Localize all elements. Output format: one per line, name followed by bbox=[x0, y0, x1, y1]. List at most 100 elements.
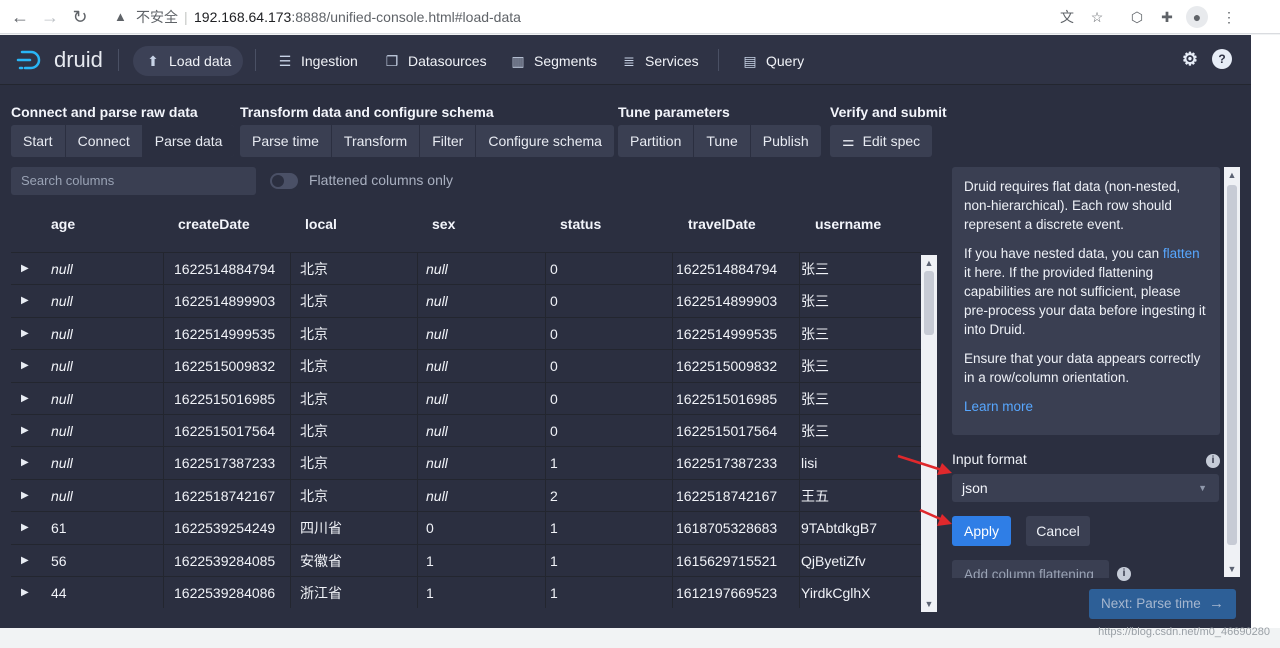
table-cell: 1622514899903 bbox=[174, 293, 276, 310]
table-cell: null bbox=[51, 358, 73, 375]
nav-query[interactable]: ▤ Query bbox=[742, 46, 804, 76]
table-cell: null bbox=[426, 423, 448, 439]
cancel-button[interactable]: Cancel bbox=[1026, 516, 1090, 546]
table-cell: null bbox=[426, 358, 448, 375]
table-cell: 1 bbox=[550, 455, 558, 472]
column-divider bbox=[672, 252, 673, 608]
table-cell: 北京 bbox=[300, 423, 328, 439]
scroll-down-arrow-icon[interactable]: ▼ bbox=[1224, 561, 1240, 577]
step-filter[interactable]: Filter bbox=[420, 125, 477, 157]
table-cell: 1615629715521 bbox=[676, 552, 778, 569]
table-row[interactable]: ▶ null 1622514999535 北京 null 0 1622514999535 张三 bbox=[11, 316, 921, 350]
browser-menu-icon[interactable]: ⋮ bbox=[1218, 6, 1240, 28]
scroll-up-arrow-icon[interactable]: ▲ bbox=[1224, 167, 1240, 183]
warning-icon: ▲ bbox=[114, 9, 127, 24]
input-format-select[interactable]: json ▼ bbox=[952, 474, 1219, 502]
table-row[interactable]: ▶ null 1622515017564 北京 null 0 1622515017564 张三 bbox=[11, 414, 921, 446]
scroll-up-arrow-icon[interactable]: ▲ bbox=[921, 255, 937, 271]
stacked-chart-icon: ▥ bbox=[511, 52, 525, 69]
scroll-down-arrow-icon[interactable]: ▼ bbox=[921, 596, 937, 612]
table-row[interactable]: ▶ 44 1622539284086 浙江省 1 1 1612197669523 YirdkC… bbox=[11, 576, 921, 608]
nav-load-data[interactable]: ⬆ Load data bbox=[133, 46, 244, 76]
step-edit-spec[interactable]: ⚌ Edit spec bbox=[830, 125, 932, 157]
expand-row-icon[interactable]: ▶ bbox=[21, 415, 29, 447]
forward-icon[interactable]: → bbox=[38, 5, 62, 29]
table-row[interactable]: ▶ 61 1622539254249 四川省 0 1 1618705328683 9TAbtd… bbox=[11, 511, 921, 543]
profile-avatar-icon[interactable]: ● bbox=[1186, 6, 1208, 28]
expand-row-icon[interactable]: ▶ bbox=[21, 253, 29, 285]
column-header[interactable]: age bbox=[51, 216, 75, 232]
panel-scrollbar[interactable]: ▲ ▼ bbox=[1224, 167, 1240, 577]
settings-gear-icon[interactable]: ⚙ bbox=[1180, 49, 1200, 69]
info-paragraph: Druid requires flat data (non-nested, no… bbox=[964, 179, 1181, 232]
step-parse-data[interactable]: Parse data bbox=[142, 125, 235, 157]
expand-row-icon[interactable]: ▶ bbox=[21, 512, 29, 544]
table-cell: 北京 bbox=[300, 455, 328, 472]
step-group-transform: Parse time Transform Filter Configure sc… bbox=[240, 125, 614, 157]
learn-more-link[interactable]: Learn more bbox=[964, 397, 1208, 416]
table-row[interactable]: ▶ null 1622515009832 北京 null 0 1622515009832 张三 bbox=[11, 349, 921, 381]
step-configure-schema[interactable]: Configure schema bbox=[476, 125, 614, 157]
apply-button[interactable]: Apply bbox=[952, 516, 1011, 546]
translate-icon[interactable]: 文 bbox=[1056, 6, 1078, 28]
next-parse-time-button[interactable]: Next: Parse time → bbox=[1089, 589, 1236, 619]
step-partition[interactable]: Partition bbox=[618, 125, 695, 157]
table-scroll-thumb[interactable] bbox=[924, 271, 934, 335]
table-cell: 0 bbox=[550, 390, 558, 407]
column-header[interactable]: createDate bbox=[178, 216, 250, 232]
table-cell: 安徽省 bbox=[300, 552, 342, 569]
bookmark-star-icon[interactable]: ☆ bbox=[1086, 6, 1108, 28]
expand-row-icon[interactable]: ▶ bbox=[21, 545, 29, 577]
step-connect[interactable]: Connect bbox=[66, 125, 143, 157]
expand-row-icon[interactable]: ▶ bbox=[21, 447, 29, 479]
page-scroll-thumb[interactable] bbox=[1243, 329, 1251, 377]
add-column-flattening-button[interactable]: Add column flattening bbox=[952, 560, 1109, 578]
step-group-title-connect: Connect and parse raw data bbox=[11, 104, 198, 120]
column-header[interactable]: sex bbox=[432, 216, 455, 232]
step-transform[interactable]: Transform bbox=[332, 125, 421, 157]
panel-scroll-thumb[interactable] bbox=[1227, 185, 1237, 545]
expand-row-icon[interactable]: ▶ bbox=[21, 318, 29, 350]
step-publish[interactable]: Publish bbox=[751, 125, 821, 157]
step-start[interactable]: Start bbox=[11, 125, 66, 157]
reload-icon[interactable]: ↻ bbox=[68, 5, 92, 29]
step-tune[interactable]: Tune bbox=[694, 125, 751, 157]
info-icon[interactable]: i bbox=[1117, 567, 1131, 581]
table-row[interactable]: ▶ 56 1622539284085 安徽省 1 1 1615629715521 QjByet… bbox=[11, 543, 921, 577]
column-header[interactable]: username bbox=[815, 216, 881, 232]
nav-segments[interactable]: ▥ Segments bbox=[510, 46, 597, 76]
expand-row-icon[interactable]: ▶ bbox=[21, 480, 29, 512]
info-text: it here. If the provided flattening capa… bbox=[964, 265, 1206, 337]
extensions-puzzle-icon[interactable]: ✚ bbox=[1156, 6, 1178, 28]
extension-cube-icon[interactable]: ⬡ bbox=[1126, 6, 1148, 28]
table-row[interactable]: ▶ null 1622514899903 北京 null 0 1622514899903 张三 bbox=[11, 284, 921, 316]
table-cell: 61 bbox=[51, 520, 67, 537]
table-scrollbar[interactable]: ▲ ▼ bbox=[921, 255, 937, 612]
nav-services[interactable]: ≣ Services bbox=[621, 46, 699, 76]
nav-ingestion[interactable]: ☰ Ingestion bbox=[277, 46, 358, 76]
expand-row-icon[interactable]: ▶ bbox=[21, 350, 29, 382]
help-icon[interactable]: ? bbox=[1212, 49, 1232, 69]
table-row[interactable]: ▶ null 1622517387233 北京 null 1 1622517387233 li… bbox=[11, 446, 921, 478]
column-header[interactable]: local bbox=[305, 216, 337, 232]
search-columns-input[interactable]: Search columns bbox=[11, 167, 256, 195]
info-icon[interactable]: i bbox=[1206, 454, 1220, 468]
table-row[interactable]: ▶ null 1622514884794 北京 null 0 1622514884794 张三 bbox=[11, 252, 921, 284]
table-cell: 北京 bbox=[300, 487, 328, 504]
expand-row-icon[interactable]: ▶ bbox=[21, 577, 29, 609]
expand-row-icon[interactable]: ▶ bbox=[21, 383, 29, 415]
table-cell: 张三 bbox=[801, 358, 829, 375]
druid-logo[interactable]: druid bbox=[16, 45, 103, 75]
page-scroll-area[interactable] bbox=[1243, 35, 1280, 628]
table-row[interactable]: ▶ null 1622518742167 北京 null 2 1622518742167 王五 bbox=[11, 478, 921, 512]
back-icon[interactable]: ← bbox=[8, 5, 32, 29]
nav-datasources[interactable]: ❐ Datasources bbox=[384, 46, 487, 76]
column-header[interactable]: travelDate bbox=[688, 216, 756, 232]
step-parse-time[interactable]: Parse time bbox=[240, 125, 332, 157]
table-row[interactable]: ▶ null 1622515016985 北京 null 0 1622515016985 张三 bbox=[11, 381, 921, 415]
flattened-columns-toggle[interactable] bbox=[270, 173, 298, 189]
flatten-link[interactable]: flatten bbox=[1163, 246, 1200, 261]
table-cell: 1622515016985 bbox=[676, 390, 778, 407]
column-header[interactable]: status bbox=[560, 216, 601, 232]
expand-row-icon[interactable]: ▶ bbox=[21, 285, 29, 317]
